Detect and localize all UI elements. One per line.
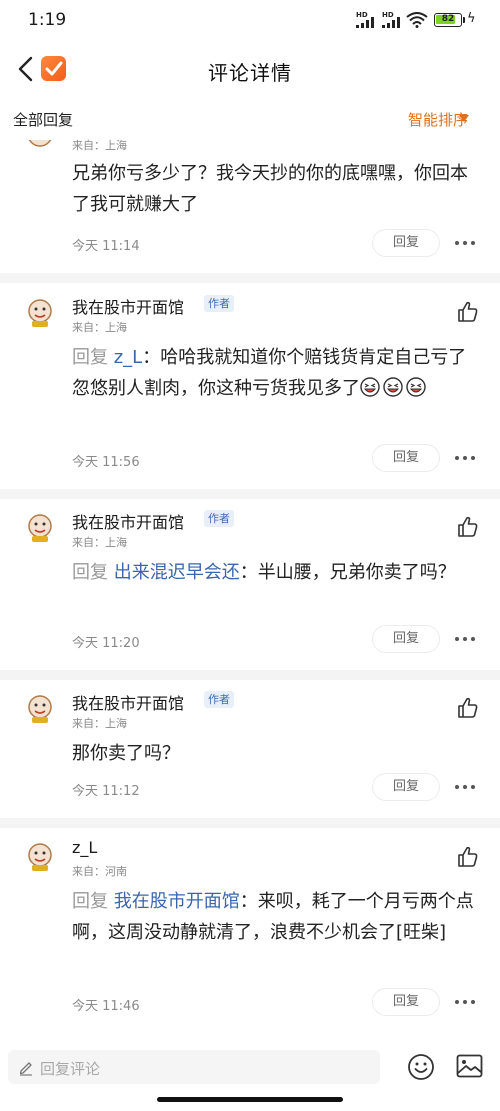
divider [0,489,500,499]
divider [0,818,500,828]
charging-icon: ϟ [467,11,476,26]
commenter-name[interactable]: z_L [72,838,97,857]
divider [0,273,500,283]
more-options-icon[interactable] [455,997,479,1007]
commenter-name[interactable]: 我在股市开面馆 [72,690,184,714]
mention-link[interactable]: 我在股市开面馆 [114,891,240,912]
laughing-emoji-icon [406,377,426,397]
reply-button[interactable]: 回复 [372,988,440,1016]
author-badge: 作者 [204,510,234,527]
pencil-icon [19,1062,32,1076]
comment-text: 兄弟你亏多少了？我今天抄的你的底嘿嘿，你回本了我可就赚大了 [72,163,468,215]
comment-text: 回复 出来混迟早会还：半山腰，兄弟你卖了吗？ [72,557,484,588]
comment-text: 回复 z_L：哈哈我就知道你个赔钱货肯定自己亏了忽悠别人割肉，你这种亏货我见多了 [72,342,484,404]
input-placeholder: 回复评论 [40,1060,101,1078]
comment-location: 来自：上海 [72,139,127,152]
thumbs-up-icon[interactable] [456,300,480,324]
thumbs-up-icon[interactable] [456,845,480,869]
battery-icon: 82 [434,13,462,27]
commenter-name[interactable]: 我在股市开面馆 [72,294,184,318]
comment-time: 今天 11:56 [72,455,140,470]
more-options-icon[interactable] [455,238,479,248]
more-options-icon[interactable] [455,634,479,644]
reply-prefix: 回复 [72,562,108,583]
comment-body: ：半山腰，兄弟你卖了吗？ [239,562,456,583]
divider [0,670,500,680]
avatar-icon[interactable] [24,296,56,328]
signal-icon-1 [356,17,374,28]
more-options-icon[interactable] [455,782,479,792]
laughing-emoji-icon [383,377,403,397]
mention-link[interactable]: z_L [114,347,142,368]
status-bar: 1:19 HD HD 82 ϟ [0,0,500,40]
avatar-icon[interactable] [24,511,56,543]
home-indicator[interactable] [157,1097,343,1102]
author-badge: 作者 [204,295,234,312]
page-title: 评论详情 [208,61,292,85]
mention-link[interactable]: 出来混迟早会还 [114,562,240,583]
signal-icon-2 [382,17,400,28]
comment-location: 来自：河南 [72,865,127,878]
image-icon[interactable] [456,1054,483,1078]
reply-prefix: 回复 [72,891,108,912]
comment-text: 回复 我在股市开面馆：来呗，耗了一个月亏两个点啊，这周没动静就清了，浪费不少机会… [72,886,484,948]
comment-location: 来自：上海 [72,321,127,334]
comment-location: 来自：上海 [72,717,127,730]
smile-icon[interactable] [407,1053,435,1081]
comment-time: 今天 11:20 [72,636,140,651]
battery-cap [463,17,465,23]
reply-button[interactable]: 回复 [372,229,440,257]
reply-prefix: 回复 [72,347,108,368]
reply-button[interactable]: 回复 [372,625,440,653]
comment-time: 今天 11:14 [72,239,140,254]
author-badge: 作者 [204,691,234,708]
comment-text: 那你卖了吗？ [72,743,180,764]
comment-time: 今天 11:46 [72,999,140,1014]
comment-time: 今天 11:12 [72,784,140,799]
thumbs-up-icon[interactable] [456,696,480,720]
comment-location: 来自：上海 [72,536,127,549]
avatar-icon[interactable] [24,692,56,724]
battery-percent: 82 [441,14,455,24]
caret-down-icon[interactable] [459,115,469,122]
more-options-icon[interactable] [455,453,479,463]
status-time: 1:19 [28,10,67,30]
thumbs-up-icon[interactable] [456,515,480,539]
laughing-emoji-icon [360,377,380,397]
reply-button[interactable]: 回复 [372,444,440,472]
avatar-icon[interactable] [24,840,56,872]
all-replies-label: 全部回复 [13,111,74,129]
reply-button[interactable]: 回复 [372,773,440,801]
wifi-icon [406,12,428,28]
commenter-name[interactable]: 我在股市开面馆 [72,509,184,533]
